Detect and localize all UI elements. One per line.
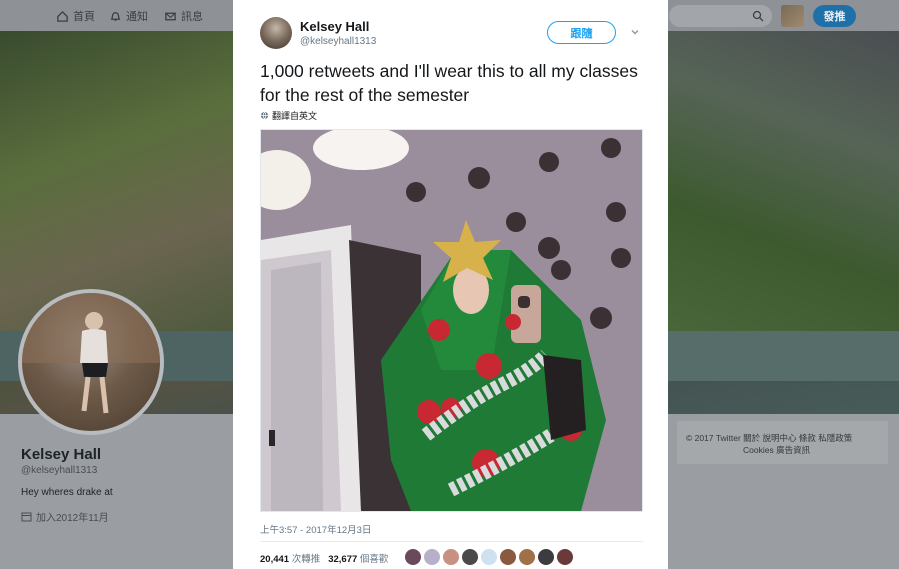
nav-home[interactable]: 首頁: [56, 8, 95, 24]
follow-button[interactable]: 跟隨: [547, 21, 616, 44]
retweets-stat[interactable]: 20,441 次轉推: [260, 551, 320, 565]
retweets-count: 20,441: [260, 554, 290, 565]
tweet-photo[interactable]: [260, 129, 643, 512]
nav-messages[interactable]: 訊息: [164, 8, 203, 24]
calendar-icon: [21, 512, 32, 522]
liker-avatar[interactable]: [481, 549, 497, 565]
profile-avatar-figure: [22, 293, 160, 414]
header-mountain-right: [668, 31, 899, 371]
footer-links: © 2017 Twitter 關於 說明中心 條款 私隱政策 Cookies 廣…: [677, 421, 888, 464]
search-icon: [752, 10, 764, 22]
profile-name: Kelsey Hall: [21, 446, 102, 463]
liker-avatar[interactable]: [405, 549, 421, 565]
chevron-down-icon[interactable]: [629, 26, 641, 38]
envelope-icon: [165, 12, 176, 20]
globe-icon: [260, 111, 269, 120]
profile-joined: 加入2012年11月: [21, 509, 109, 524]
nav-notifications-label: 通知: [126, 11, 148, 23]
translate-label: 翻譯自英文: [272, 111, 318, 121]
author-avatar[interactable]: [260, 17, 292, 49]
nav-messages-label: 訊息: [181, 11, 203, 23]
tweet-stats: 20,441 次轉推 32,677 個喜歡: [260, 551, 388, 565]
compose-tweet-button[interactable]: 發推: [813, 5, 856, 27]
header-mountain-left: [0, 31, 233, 331]
translate-link[interactable]: 翻譯自英文: [260, 109, 317, 122]
liker-avatar[interactable]: [557, 549, 573, 565]
footer-line-1[interactable]: © 2017 Twitter 關於 說明中心 條款 私隱政策: [686, 432, 852, 444]
liker-avatar[interactable]: [538, 549, 554, 565]
home-icon: [57, 10, 68, 22]
nav-home-label: 首頁: [73, 11, 95, 23]
profile-handle: @kelseyhall1313: [21, 465, 98, 476]
bell-icon: [110, 11, 121, 21]
divider: [260, 541, 643, 542]
author-name[interactable]: Kelsey Hall: [300, 19, 369, 34]
likes-count: 32,677: [328, 554, 358, 565]
likes-label: 個喜歡: [359, 554, 389, 565]
retweets-label: 次轉推: [291, 554, 321, 565]
liker-avatar[interactable]: [462, 549, 478, 565]
liker-avatar[interactable]: [443, 549, 459, 565]
account-avatar[interactable]: [781, 5, 804, 27]
footer-line-2[interactable]: Cookies 廣告資訊: [743, 444, 810, 456]
header-lake-right: [668, 331, 899, 381]
tweet-timestamp[interactable]: 上午3:57 - 2017年12月3日: [260, 522, 371, 536]
author-handle[interactable]: @kelseyhall1313: [300, 36, 376, 47]
liker-avatar[interactable]: [424, 549, 440, 565]
liker-avatar[interactable]: [500, 549, 516, 565]
likes-stat[interactable]: 32,677 個喜歡: [328, 551, 388, 565]
search-input[interactable]: [669, 5, 772, 27]
profile-bio: Hey wheres drake at: [21, 487, 113, 498]
profile-avatar[interactable]: [18, 289, 164, 435]
likers-avatars: [405, 549, 573, 565]
tweet-modal: Kelsey Hall @kelseyhall1313 跟隨 1,000 ret…: [233, 0, 668, 569]
liker-avatar[interactable]: [519, 549, 535, 565]
tweet-text: 1,000 retweets and I'll wear this to all…: [260, 61, 638, 105]
tweet-photo-content: [261, 130, 642, 511]
nav-notifications[interactable]: 通知: [109, 8, 148, 24]
profile-joined-label: 加入2012年11月: [36, 513, 109, 524]
